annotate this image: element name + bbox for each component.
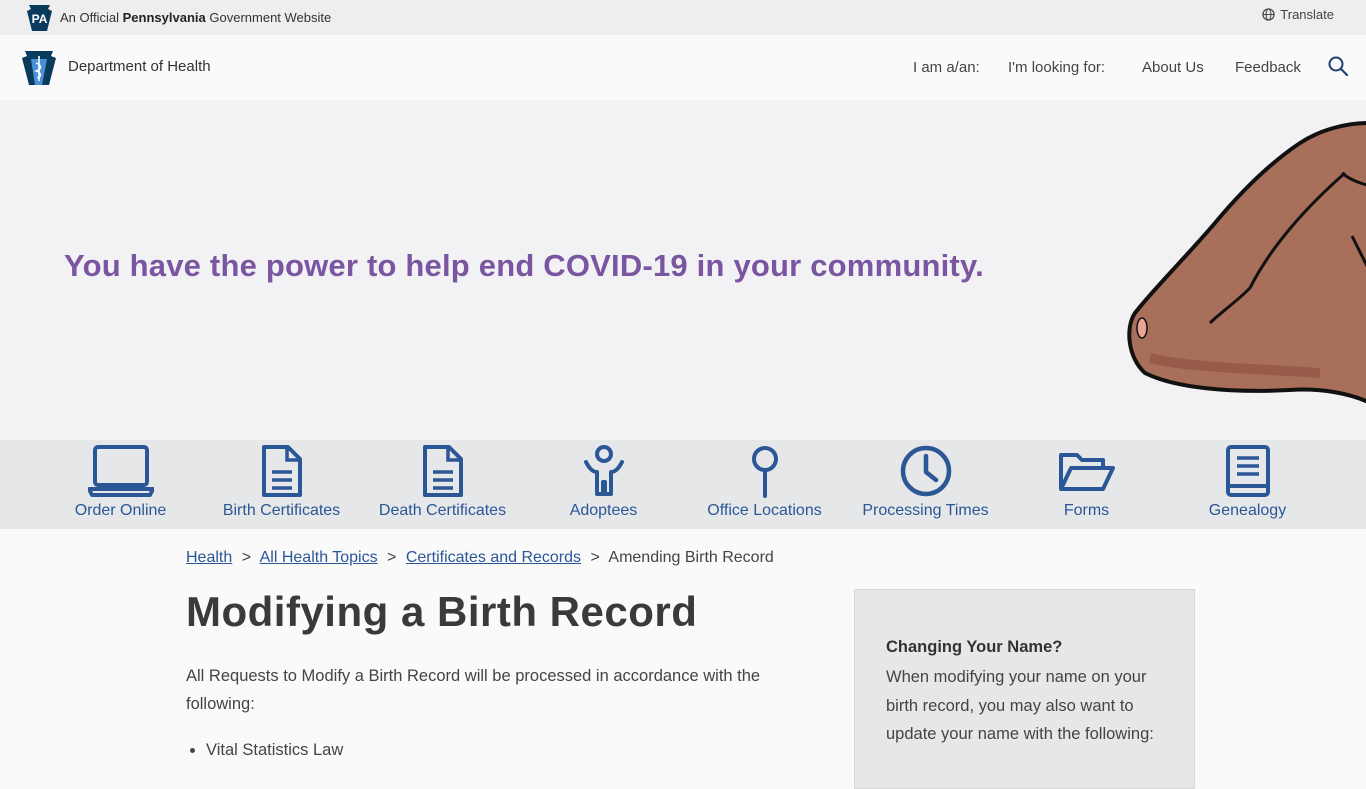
tile-label: Office Locations: [707, 502, 822, 519]
breadcrumb-current: Amending Birth Record: [608, 549, 774, 566]
clock-icon: [900, 445, 951, 497]
tile-adoptees[interactable]: Adoptees: [523, 440, 684, 529]
tile-processing-times[interactable]: Processing Times: [845, 440, 1006, 529]
tile-label: Adoptees: [569, 502, 638, 519]
tile-order-online[interactable]: Order Online: [40, 440, 201, 529]
flexed-arm-illustration-icon: [1127, 121, 1366, 404]
laptop-icon: [87, 445, 154, 497]
breadcrumb-separator: >: [387, 549, 397, 566]
callout-body: When modifying your name on your birth r…: [886, 668, 1154, 743]
official-prefix: An Official: [60, 10, 120, 25]
breadcrumb: Health > All Health Topics > Certificate…: [186, 549, 774, 567]
breadcrumb-separator: >: [241, 549, 252, 566]
site-header: Department of Health I am a/an: I'm look…: [0, 35, 1366, 100]
intro-paragraph: All Requests to Modify a Birth Record wi…: [186, 667, 761, 713]
official-suffix: Government Website: [209, 10, 332, 25]
changing-name-callout: Changing Your Name? When modifying your …: [854, 589, 1195, 789]
translate-button[interactable]: Translate: [1262, 7, 1334, 22]
nav-looking-for[interactable]: I'm looking for:: [1008, 59, 1105, 76]
tile-label: Death Certificates: [378, 502, 507, 519]
tile-label: Processing Times: [862, 502, 989, 519]
tile-label: Genealogy: [1208, 502, 1287, 519]
globe-icon: [1262, 8, 1275, 21]
nav-feedback[interactable]: Feedback: [1235, 59, 1301, 76]
book-icon: [1225, 445, 1270, 497]
quick-links-bar: Order Online Birth Certificates Death Ce…: [0, 440, 1366, 529]
page-title: Modifying a Birth Record: [186, 588, 698, 635]
translate-label: Translate: [1280, 7, 1334, 22]
callout-title: Changing Your Name?: [886, 638, 1063, 656]
nav-about-us[interactable]: About Us: [1142, 59, 1204, 76]
person-icon: [583, 445, 624, 496]
nav-i-am-a[interactable]: I am a/an:: [913, 59, 980, 76]
department-name[interactable]: Department of Health: [68, 58, 211, 75]
document-icon: [422, 445, 463, 497]
map-pin-icon: [751, 446, 778, 498]
tile-label: Forms: [1063, 502, 1110, 519]
state-name: Pennsylvania: [122, 10, 206, 25]
pa-badge-text: PA: [32, 12, 48, 26]
document-icon: [261, 445, 302, 497]
search-icon[interactable]: [1328, 56, 1348, 76]
folder-open-icon: [1058, 453, 1115, 491]
list-item: Vital Statistics Law: [206, 741, 343, 760]
requirements-list: Vital Statistics Law: [186, 741, 343, 760]
keystone-health-logo-icon[interactable]: [22, 51, 56, 85]
breadcrumb-all-health-topics[interactable]: All Health Topics: [260, 549, 378, 566]
pa-keystone-badge-icon: PA: [27, 5, 52, 31]
breadcrumb-separator: >: [590, 549, 600, 566]
official-government-bar: PA An Official Pennsylvania Government W…: [0, 0, 1366, 35]
tile-label: Birth Certificates: [222, 502, 341, 519]
tile-office-locations[interactable]: Office Locations: [684, 440, 845, 529]
tile-genealogy[interactable]: Genealogy: [1167, 440, 1328, 529]
official-website-notice: An Official Pennsylvania Government Webs…: [60, 10, 331, 25]
tile-label: Order Online: [74, 502, 167, 519]
breadcrumb-health[interactable]: Health: [186, 549, 232, 566]
tile-forms[interactable]: Forms: [1006, 440, 1167, 529]
breadcrumb-certificates-and-records[interactable]: Certificates and Records: [406, 549, 581, 566]
covid-hero-banner[interactable]: You have the power to help end COVID-19 …: [0, 100, 1366, 440]
hero-message: You have the power to help end COVID-19 …: [64, 248, 984, 283]
tile-birth-certificates[interactable]: Birth Certificates: [201, 440, 362, 529]
tile-death-certificates[interactable]: Death Certificates: [362, 440, 523, 529]
